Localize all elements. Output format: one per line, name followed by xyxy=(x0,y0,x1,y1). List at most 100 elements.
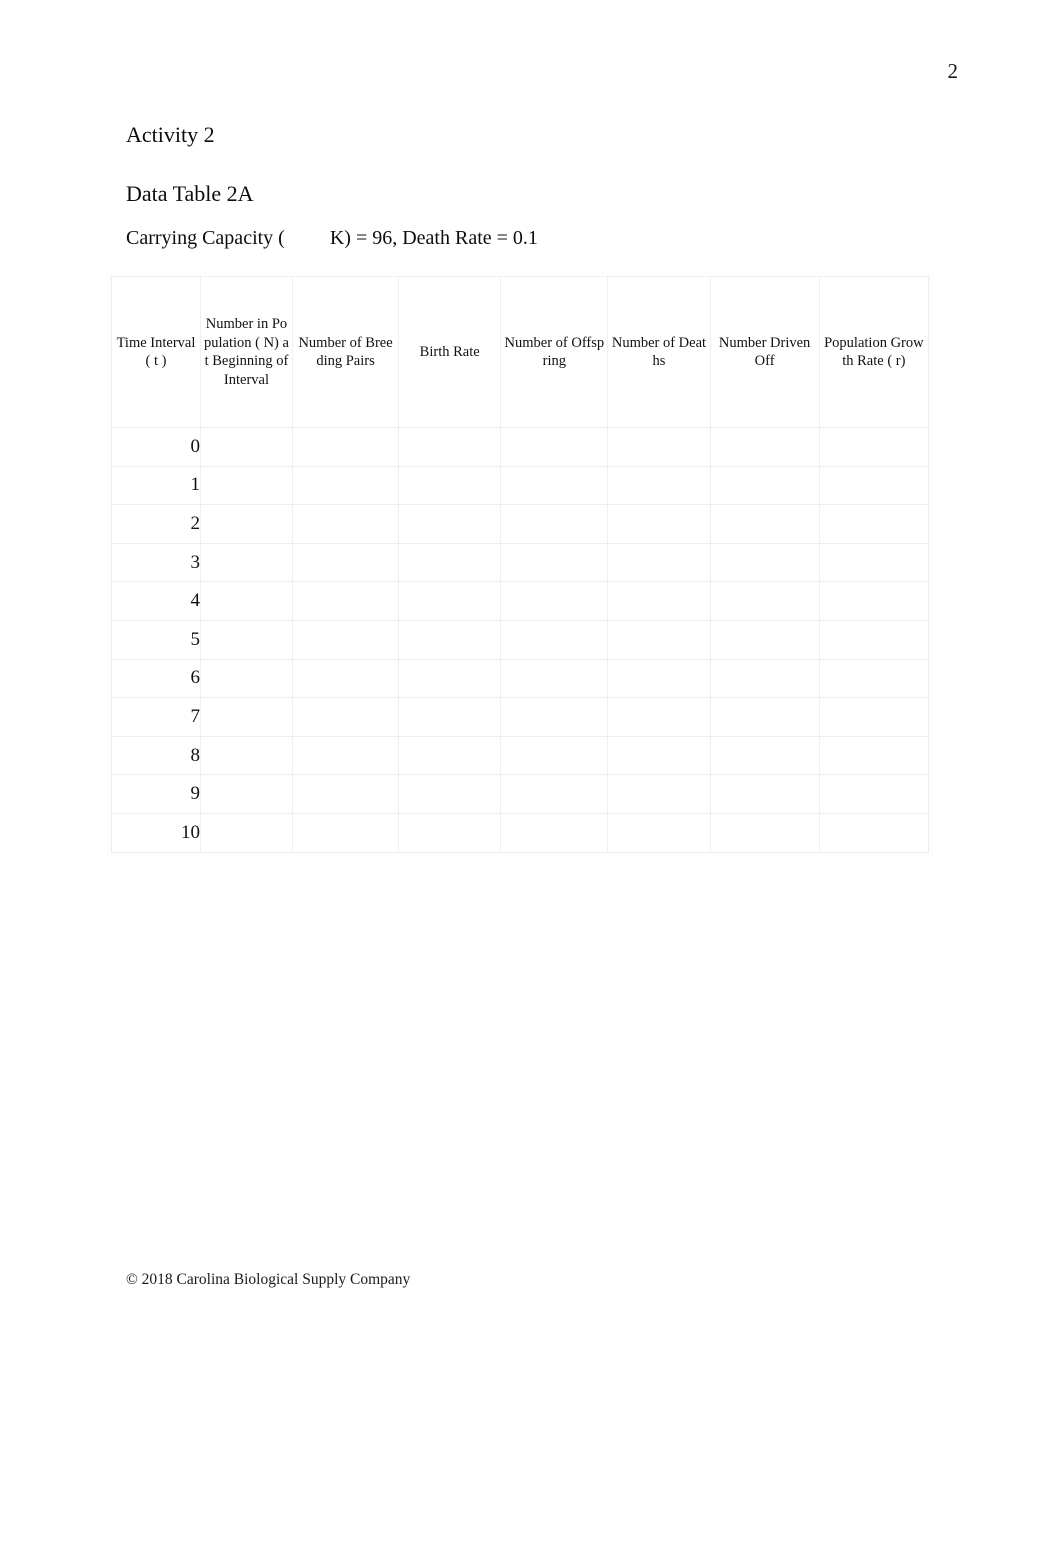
cell-deaths[interactable] xyxy=(607,427,711,467)
cell-breeding-pairs[interactable] xyxy=(291,658,400,699)
cell-breeding-pairs[interactable] xyxy=(291,581,400,621)
cell-driven-off[interactable] xyxy=(709,619,820,660)
table-row: 9 xyxy=(111,774,930,814)
cell-birth-rate[interactable] xyxy=(398,581,502,621)
footer-copyright: © 2018 Carolina Biological Supply Compan… xyxy=(126,1271,411,1288)
cell-deaths[interactable] xyxy=(607,619,711,660)
cell-offspring[interactable] xyxy=(500,658,609,699)
cell-offspring[interactable] xyxy=(500,427,609,467)
cell-birth-rate[interactable] xyxy=(398,619,502,660)
cell-birth-rate[interactable] xyxy=(398,427,502,467)
cell-population[interactable] xyxy=(199,812,293,853)
cell-breeding-pairs[interactable] xyxy=(291,504,400,544)
cell-offspring[interactable] xyxy=(500,812,609,853)
cell-population[interactable] xyxy=(199,774,293,814)
cell-offspring[interactable] xyxy=(500,774,609,814)
cell-breeding-pairs[interactable] xyxy=(291,735,400,776)
cell-driven-off[interactable] xyxy=(709,812,820,853)
column-header-birth-rate: Birth Rate xyxy=(398,276,502,428)
cell-driven-off[interactable] xyxy=(709,774,820,814)
cell-growth-rate[interactable] xyxy=(818,619,930,660)
cell-driven-off[interactable] xyxy=(709,542,820,583)
cell-time-interval: 5 xyxy=(111,619,201,660)
cell-offspring[interactable] xyxy=(500,619,609,660)
cell-deaths[interactable] xyxy=(607,542,711,583)
cell-breeding-pairs[interactable] xyxy=(291,812,400,853)
cell-growth-rate[interactable] xyxy=(818,581,930,621)
cell-driven-off[interactable] xyxy=(709,465,820,506)
cell-driven-off[interactable] xyxy=(709,504,820,544)
cell-deaths[interactable] xyxy=(607,658,711,699)
cell-population[interactable] xyxy=(199,619,293,660)
cell-birth-rate[interactable] xyxy=(398,812,502,853)
cell-driven-off[interactable] xyxy=(709,658,820,699)
cell-time-interval: 9 xyxy=(111,774,201,814)
cell-driven-off[interactable] xyxy=(709,581,820,621)
cell-breeding-pairs[interactable] xyxy=(291,697,400,737)
cell-population[interactable] xyxy=(199,581,293,621)
cell-deaths[interactable] xyxy=(607,697,711,737)
cell-population[interactable] xyxy=(199,658,293,699)
cell-birth-rate[interactable] xyxy=(398,465,502,506)
table-row: 8 xyxy=(111,735,930,776)
table-row: 3 xyxy=(111,542,930,583)
table-row: 10 xyxy=(111,812,930,853)
cell-offspring[interactable] xyxy=(500,735,609,776)
cell-deaths[interactable] xyxy=(607,774,711,814)
cell-deaths[interactable] xyxy=(607,504,711,544)
cell-growth-rate[interactable] xyxy=(818,504,930,544)
column-header-breeding-pairs: Number of Breeding Pairs xyxy=(291,276,400,428)
cell-time-interval: 8 xyxy=(111,735,201,776)
cell-deaths[interactable] xyxy=(607,812,711,853)
table-row: 2 xyxy=(111,504,930,544)
column-header-population: Number in Population ( N) at Beginning o… xyxy=(199,276,293,428)
cell-growth-rate[interactable] xyxy=(818,658,930,699)
cell-growth-rate[interactable] xyxy=(818,542,930,583)
cell-offspring[interactable] xyxy=(500,581,609,621)
cell-birth-rate[interactable] xyxy=(398,542,502,583)
cell-time-interval: 1 xyxy=(111,465,201,506)
table-row: 5 xyxy=(111,619,930,660)
cell-population[interactable] xyxy=(199,465,293,506)
data-table-2a: Time Interval ( t ) Number in Population… xyxy=(111,276,930,853)
cell-breeding-pairs[interactable] xyxy=(291,542,400,583)
table-header: Time Interval ( t ) Number in Population… xyxy=(111,276,930,428)
cell-birth-rate[interactable] xyxy=(398,658,502,699)
cell-population[interactable] xyxy=(199,735,293,776)
table-row: 7 xyxy=(111,697,930,737)
column-header-growth-rate: Population Growth Rate ( r) xyxy=(818,276,930,428)
cell-breeding-pairs[interactable] xyxy=(291,774,400,814)
cell-growth-rate[interactable] xyxy=(818,812,930,853)
cell-birth-rate[interactable] xyxy=(398,735,502,776)
cell-driven-off[interactable] xyxy=(709,735,820,776)
table-body: 0 1 2 3 4 5 6 7 8 9 10 xyxy=(111,427,930,853)
cell-population[interactable] xyxy=(199,427,293,467)
cell-growth-rate[interactable] xyxy=(818,697,930,737)
cell-breeding-pairs[interactable] xyxy=(291,619,400,660)
cell-breeding-pairs[interactable] xyxy=(291,427,400,467)
cell-population[interactable] xyxy=(199,697,293,737)
cell-growth-rate[interactable] xyxy=(818,735,930,776)
cell-population[interactable] xyxy=(199,504,293,544)
cell-time-interval: 10 xyxy=(111,812,201,853)
document-page: 2 Activity 2 Data Table 2A Carrying Capa… xyxy=(0,0,1062,1556)
cell-offspring[interactable] xyxy=(500,697,609,737)
cell-birth-rate[interactable] xyxy=(398,504,502,544)
cell-growth-rate[interactable] xyxy=(818,427,930,467)
activity-heading: Activity 2 xyxy=(126,122,215,147)
cell-driven-off[interactable] xyxy=(709,427,820,467)
cell-deaths[interactable] xyxy=(607,581,711,621)
cell-growth-rate[interactable] xyxy=(818,774,930,814)
cell-offspring[interactable] xyxy=(500,504,609,544)
cell-growth-rate[interactable] xyxy=(818,465,930,506)
cell-breeding-pairs[interactable] xyxy=(291,465,400,506)
cell-deaths[interactable] xyxy=(607,465,711,506)
cell-population[interactable] xyxy=(199,542,293,583)
cell-driven-off[interactable] xyxy=(709,697,820,737)
cell-time-interval: 2 xyxy=(111,504,201,544)
cell-offspring[interactable] xyxy=(500,542,609,583)
cell-offspring[interactable] xyxy=(500,465,609,506)
cell-birth-rate[interactable] xyxy=(398,774,502,814)
cell-deaths[interactable] xyxy=(607,735,711,776)
cell-birth-rate[interactable] xyxy=(398,697,502,737)
